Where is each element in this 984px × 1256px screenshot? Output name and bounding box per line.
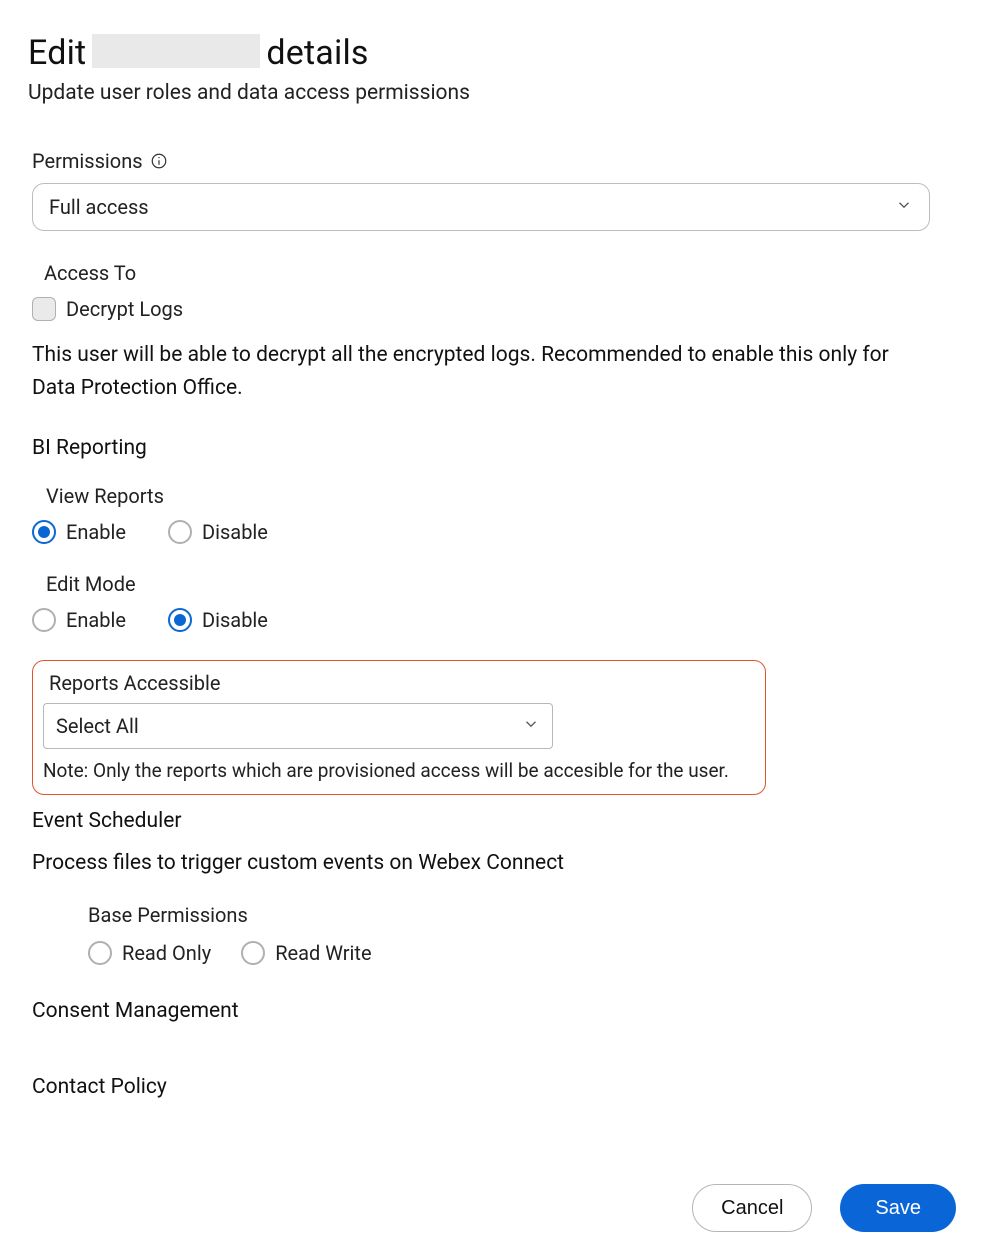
view-reports-label: View Reports <box>32 484 956 508</box>
reports-accessible-highlight: Reports Accessible Select All Note: Only… <box>32 660 766 795</box>
chevron-down-icon <box>522 714 540 738</box>
chevron-down-icon <box>895 195 913 219</box>
radio-icon <box>168 608 192 632</box>
info-icon[interactable] <box>149 151 169 171</box>
radio-icon <box>241 941 265 965</box>
radio-icon <box>168 520 192 544</box>
page-title: Edit details <box>28 30 956 73</box>
edit-mode-disable-radio[interactable]: Disable <box>168 608 268 632</box>
decrypt-logs-checkbox[interactable] <box>32 297 56 321</box>
reports-accessible-label: Reports Accessible <box>43 671 755 695</box>
view-reports-enable-radio[interactable]: Enable <box>32 520 126 544</box>
edit-mode-label: Edit Mode <box>32 572 956 596</box>
event-scheduler-description: Process files to trigger custom events o… <box>32 851 956 875</box>
event-scheduler-title: Event Scheduler <box>32 809 956 833</box>
view-reports-disable-radio[interactable]: Disable <box>168 520 268 544</box>
footer-actions: Cancel Save <box>692 1184 956 1232</box>
edit-mode-enable-radio[interactable]: Enable <box>32 608 126 632</box>
reports-accessible-note: Note: Only the reports which are provisi… <box>43 759 755 782</box>
base-perm-read-write-radio[interactable]: Read Write <box>241 941 371 965</box>
title-prefix: Edit <box>28 33 86 73</box>
decrypt-logs-label: Decrypt Logs <box>66 297 183 321</box>
permissions-label: Permissions <box>32 149 956 173</box>
reports-accessible-select[interactable]: Select All <box>43 703 553 749</box>
permissions-selected-value: Full access <box>49 195 149 219</box>
bi-reporting-title: BI Reporting <box>32 436 956 460</box>
contact-policy-title: Contact Policy <box>32 1075 956 1099</box>
radio-icon <box>32 608 56 632</box>
reports-accessible-selected: Select All <box>56 714 139 738</box>
consent-management-title: Consent Management <box>32 999 956 1023</box>
radio-icon <box>32 520 56 544</box>
permissions-select[interactable]: Full access <box>32 183 930 231</box>
base-perm-read-only-radio[interactable]: Read Only <box>88 941 211 965</box>
save-button[interactable]: Save <box>840 1184 956 1232</box>
page-subtitle: Update user roles and data access permis… <box>28 81 956 105</box>
access-to-label: Access To <box>32 261 956 285</box>
redacted-username <box>92 34 260 68</box>
base-permissions-label: Base Permissions <box>88 903 956 927</box>
decrypt-logs-help: This user will be able to decrypt all th… <box>32 339 932 404</box>
cancel-button[interactable]: Cancel <box>692 1184 812 1232</box>
title-suffix: details <box>266 33 368 73</box>
radio-icon <box>88 941 112 965</box>
